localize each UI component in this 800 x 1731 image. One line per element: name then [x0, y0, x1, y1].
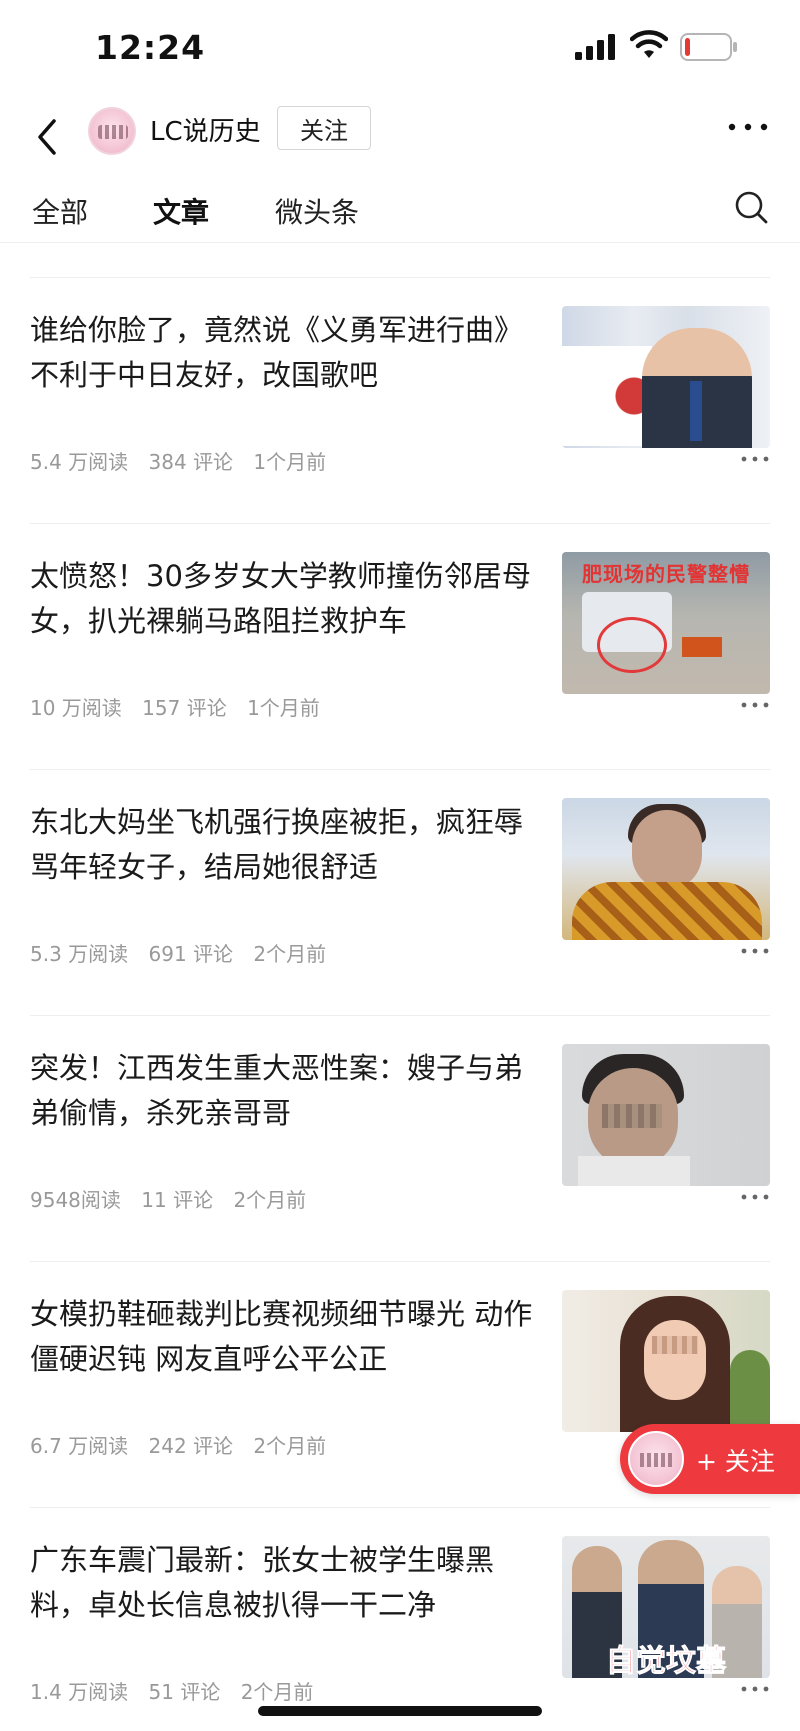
list-divider: [30, 244, 770, 278]
wifi-icon: [630, 30, 668, 58]
publish-time: 2个月前: [253, 1434, 327, 1458]
article-title[interactable]: 太愤怒！30多岁女大学教师撞伤邻居母女，扒光裸躺马路阻拦救护车: [30, 554, 540, 644]
battery-low-icon: [680, 33, 737, 61]
tab-micro-headlines[interactable]: 微头条: [275, 191, 359, 231]
view-count: 5.4 万阅读: [30, 450, 129, 474]
article-item[interactable]: 突发！江西发生重大恶性案：嫂子与弟弟偷情，杀死亲哥哥 9548阅读 11 评论 …: [30, 1016, 770, 1262]
article-title[interactable]: 谁给你脸了，竟然说《义勇军进行曲》不利于中日友好，改国歌吧: [30, 308, 540, 398]
comment-count: 157 评论: [142, 696, 227, 720]
content-tabs: 全部 文章 微头条: [0, 185, 800, 243]
article-thumbnail[interactable]: [562, 798, 770, 940]
floating-follow-button[interactable]: + 关注: [620, 1424, 800, 1494]
comment-count: 384 评论: [148, 450, 234, 474]
thumbnail-caption: 肥现场的民警整懵: [582, 562, 750, 586]
status-time: 12:24: [95, 28, 206, 67]
article-item[interactable]: 东北大妈坐飞机强行换座被拒，疯狂辱骂年轻女子，结局她很舒适 5.3 万阅读 69…: [30, 770, 770, 1016]
view-count: 9548阅读: [30, 1188, 121, 1212]
cellular-signal-icon: [575, 34, 615, 60]
channel-avatar: [628, 1431, 684, 1487]
comment-count: 242 评论: [148, 1434, 234, 1458]
publish-time: 2个月前: [233, 1188, 307, 1212]
home-indicator[interactable]: [258, 1706, 542, 1716]
channel-name[interactable]: LC说历史: [150, 111, 261, 148]
article-meta: 5.3 万阅读 691 评论 2个月前: [30, 938, 340, 967]
article-meta: 10 万阅读 157 评论 1个月前: [30, 692, 334, 721]
publish-time: 1个月前: [253, 450, 327, 474]
floating-follow-label: + 关注: [696, 1447, 775, 1476]
view-count: 5.3 万阅读: [30, 942, 129, 966]
tab-articles[interactable]: 文章: [153, 191, 209, 231]
channel-header: LC说历史 关注: [0, 95, 800, 185]
article-more-icon[interactable]: [740, 700, 770, 710]
thumbnail-caption: 自觉坟墓: [606, 1644, 727, 1679]
comment-count: 691 评论: [148, 942, 234, 966]
publish-time: 1个月前: [247, 696, 320, 720]
publish-time: 2个月前: [253, 942, 327, 966]
article-thumbnail[interactable]: [562, 1044, 770, 1186]
article-thumbnail[interactable]: 肥现场的民警整懵: [562, 552, 770, 694]
search-icon[interactable]: [733, 189, 769, 225]
tab-all[interactable]: 全部: [32, 191, 88, 231]
back-button[interactable]: [28, 107, 68, 167]
follow-button[interactable]: 关注: [277, 106, 371, 150]
article-title[interactable]: 东北大妈坐飞机强行换座被拒，疯狂辱骂年轻女子，结局她很舒适: [30, 800, 540, 890]
article-list: 谁给你脸了，竟然说《义勇军进行曲》不利于中日友好，改国歌吧 5.4 万阅读 38…: [0, 244, 800, 1731]
article-meta: 5.4 万阅读 384 评论 1个月前: [30, 446, 340, 475]
comment-count: 51 评论: [148, 1680, 221, 1704]
article-meta: 6.7 万阅读 242 评论 2个月前: [30, 1430, 340, 1459]
status-bar: 12:24: [0, 0, 800, 95]
article-item[interactable]: 太愤怒！30多岁女大学教师撞伤邻居母女，扒光裸躺马路阻拦救护车 肥现场的民警整懵…: [30, 524, 770, 770]
article-title[interactable]: 女模扔鞋砸裁判比赛视频细节曝光 动作僵硬迟钝 网友直呼公平公正: [30, 1292, 540, 1382]
view-count: 10 万阅读: [30, 696, 122, 720]
article-meta: 9548阅读 11 评论 2个月前: [30, 1184, 320, 1213]
article-more-icon[interactable]: [740, 454, 770, 464]
view-count: 1.4 万阅读: [30, 1680, 129, 1704]
article-more-icon[interactable]: [740, 1684, 770, 1694]
article-thumbnail[interactable]: [562, 306, 770, 448]
article-title[interactable]: 广东车震门最新：张女士被学生曝黑料，卓处长信息被扒得一干二净: [30, 1538, 540, 1628]
article-more-icon[interactable]: [740, 946, 770, 956]
article-thumbnail[interactable]: 自觉坟墓: [562, 1536, 770, 1678]
article-title[interactable]: 突发！江西发生重大恶性案：嫂子与弟弟偷情，杀死亲哥哥: [30, 1046, 540, 1136]
article-meta: 1.4 万阅读 51 评论 2个月前: [30, 1676, 327, 1705]
view-count: 6.7 万阅读: [30, 1434, 129, 1458]
article-more-icon[interactable]: [740, 1192, 770, 1202]
article-item[interactable]: 广东车震门最新：张女士被学生曝黑料，卓处长信息被扒得一干二净 自觉坟墓 1.4 …: [30, 1508, 770, 1731]
article-thumbnail[interactable]: [562, 1290, 770, 1432]
publish-time: 2个月前: [240, 1680, 314, 1704]
article-item[interactable]: 谁给你脸了，竟然说《义勇军进行曲》不利于中日友好，改国歌吧 5.4 万阅读 38…: [30, 278, 770, 524]
channel-avatar[interactable]: [88, 107, 136, 155]
comment-count: 11 评论: [141, 1188, 214, 1212]
more-options-icon[interactable]: [726, 117, 770, 137]
